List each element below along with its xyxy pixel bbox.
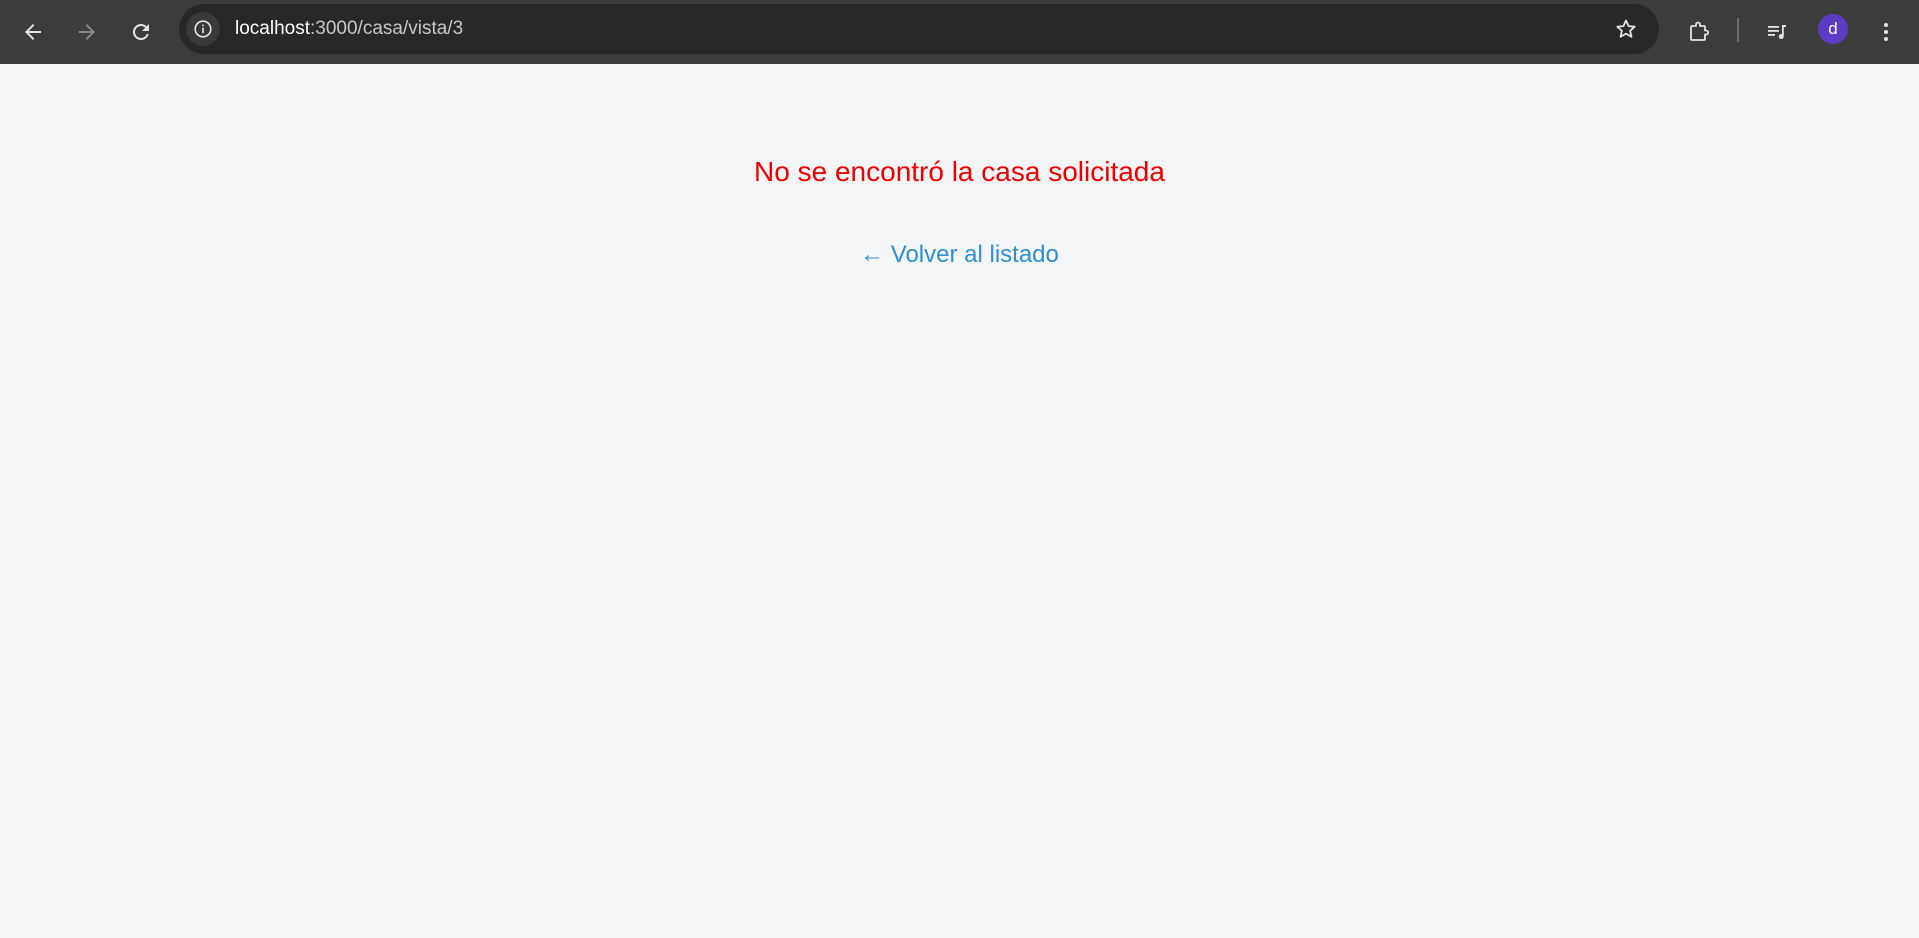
profile-avatar[interactable]: d xyxy=(1818,14,1848,44)
media-controls-button[interactable] xyxy=(1757,12,1797,52)
back-button[interactable] xyxy=(13,12,53,52)
reload-icon xyxy=(132,23,149,40)
site-info-button[interactable] xyxy=(186,12,220,46)
media-queue-icon xyxy=(1768,25,1786,39)
arrow-right-icon xyxy=(79,24,95,40)
url-host: localhost xyxy=(235,18,310,39)
info-icon xyxy=(194,20,212,38)
url-path: :3000/casa/vista/3 xyxy=(310,18,464,39)
extensions-button[interactable] xyxy=(1679,12,1719,52)
url-text[interactable]: localhost:3000/casa/vista/3 xyxy=(235,4,463,54)
bookmark-button[interactable] xyxy=(1606,9,1646,49)
browser-menu-button[interactable] xyxy=(1866,12,1906,52)
forward-button[interactable] xyxy=(67,12,107,52)
page-content: No se encontró la casa solicitada ← Volv… xyxy=(0,64,1919,938)
puzzle-icon xyxy=(1690,21,1710,41)
address-bar[interactable]: localhost:3000/casa/vista/3 xyxy=(179,4,1659,54)
kebab-menu-icon xyxy=(1884,23,1888,41)
arrow-left-icon xyxy=(25,24,41,40)
star-icon xyxy=(1616,19,1636,38)
back-to-list-link[interactable]: ← Volver al listado xyxy=(0,241,1919,269)
browser-toolbar: localhost:3000/casa/vista/3 d xyxy=(0,0,1919,64)
error-message: No se encontró la casa solicitada xyxy=(754,156,1165,187)
toolbar-divider xyxy=(1737,18,1739,42)
reload-button[interactable] xyxy=(121,12,161,52)
